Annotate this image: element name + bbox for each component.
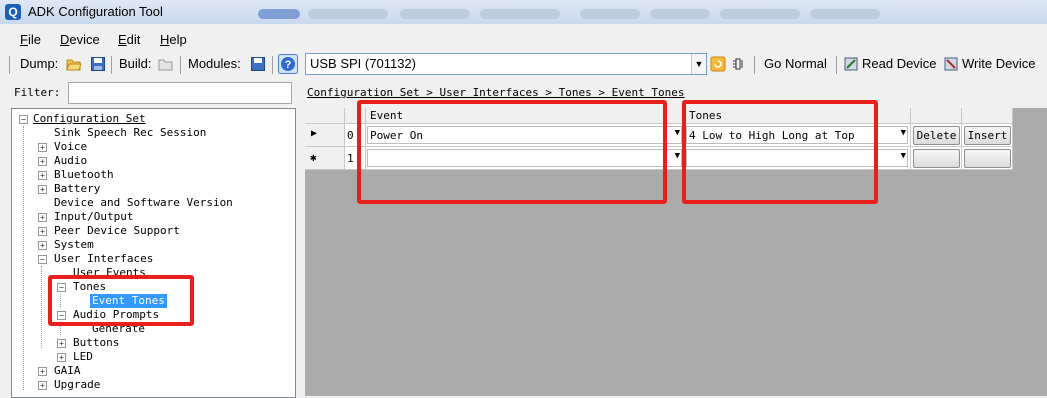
- menu-device[interactable]: Device: [60, 32, 100, 47]
- modules-label: Modules:: [188, 56, 241, 71]
- connection-select[interactable]: USB SPI (701132) ▼: [305, 53, 707, 75]
- dump-label: Dump:: [20, 56, 59, 71]
- delete-button[interactable]: [913, 149, 960, 168]
- blurred-taskbar-item: [308, 9, 388, 19]
- save-icon[interactable]: [90, 56, 106, 72]
- chevron-down-icon[interactable]: ▼: [675, 151, 680, 161]
- expand-icon[interactable]: +: [38, 367, 47, 376]
- blurred-taskbar-item: [650, 9, 710, 19]
- chip-icon[interactable]: [731, 56, 747, 72]
- collapse-icon[interactable]: −: [19, 115, 28, 124]
- expand-icon[interactable]: +: [38, 227, 47, 236]
- filter-input[interactable]: [68, 82, 292, 104]
- insert-cell: [962, 147, 1013, 170]
- toolbar-separator: [272, 56, 273, 74]
- menu-help[interactable]: Help: [160, 32, 187, 47]
- toolbar-separator: [836, 56, 837, 74]
- modules-save-icon[interactable]: [250, 56, 266, 72]
- grid-corner: [305, 108, 345, 124]
- connection-value: USB SPI (701132): [310, 56, 416, 71]
- write-device-icon[interactable]: [943, 56, 959, 72]
- blurred-taskbar-item: [580, 9, 640, 19]
- insert-cell: Insert: [962, 124, 1013, 147]
- build-label: Build:: [119, 56, 152, 71]
- menu-edit[interactable]: Edit: [118, 32, 140, 47]
- expand-icon[interactable]: +: [57, 339, 66, 348]
- delete-column-header: [911, 108, 962, 124]
- toolbar-separator: [754, 56, 755, 74]
- expand-icon[interactable]: +: [38, 213, 47, 222]
- highlight-tones-column: [682, 100, 878, 204]
- toolbar-grip: [9, 56, 10, 74]
- toolbar-separator: [180, 56, 181, 74]
- insert-button[interactable]: Insert: [964, 126, 1011, 145]
- collapse-icon[interactable]: −: [38, 255, 47, 264]
- expand-icon[interactable]: +: [38, 143, 47, 152]
- toolbar-separator: [111, 56, 112, 74]
- build-folder-icon[interactable]: [158, 56, 174, 72]
- insert-button[interactable]: [964, 149, 1011, 168]
- highlight-event-column: [357, 100, 667, 204]
- read-device-icon[interactable]: [843, 56, 859, 72]
- row-marker[interactable]: ✱: [305, 147, 345, 170]
- filter-label: Filter:: [14, 86, 61, 99]
- blurred-taskbar-item: [258, 9, 300, 19]
- help-icon[interactable]: ?: [278, 54, 298, 74]
- current-row-icon: ▶: [311, 128, 318, 139]
- blurred-taskbar-item: [720, 9, 800, 19]
- delete-cell: Delete: [911, 124, 962, 147]
- delete-button[interactable]: Delete: [913, 126, 960, 145]
- chevron-down-icon[interactable]: ▼: [691, 54, 706, 74]
- breadcrumb[interactable]: Configuration Set > User Interfaces > To…: [307, 86, 685, 99]
- row-marker[interactable]: ▶: [305, 124, 345, 147]
- configuration-tree[interactable]: − Configuration Set Sink Speech Rec Sess…: [11, 108, 296, 398]
- title-bar: Q ADK Configuration Tool: [0, 0, 1047, 24]
- insert-column-header: [962, 108, 1013, 124]
- app-icon: Q: [5, 4, 21, 20]
- go-normal-button[interactable]: Go Normal: [764, 56, 827, 71]
- highlight-tones-tree: [48, 275, 194, 326]
- open-folder-icon[interactable]: [66, 56, 82, 72]
- blurred-taskbar-item: [480, 9, 560, 19]
- expand-icon[interactable]: +: [38, 185, 47, 194]
- expand-icon[interactable]: +: [38, 241, 47, 250]
- chevron-down-icon[interactable]: ▼: [901, 151, 906, 161]
- tree-connector: [23, 126, 24, 390]
- svg-text:?: ?: [285, 59, 292, 71]
- blurred-taskbar-item: [810, 9, 880, 19]
- write-device-button[interactable]: Write Device: [962, 56, 1035, 71]
- expand-icon[interactable]: +: [38, 171, 47, 180]
- window-title: ADK Configuration Tool: [28, 4, 163, 19]
- delete-cell: [911, 147, 962, 170]
- expand-icon[interactable]: +: [57, 353, 66, 362]
- chevron-down-icon[interactable]: ▼: [675, 128, 680, 138]
- blurred-taskbar-item: [400, 9, 470, 19]
- new-row-icon: ✱: [310, 151, 317, 164]
- expand-icon[interactable]: +: [38, 157, 47, 166]
- menu-file[interactable]: File: [20, 32, 41, 47]
- chevron-down-icon[interactable]: ▼: [901, 128, 906, 138]
- read-device-button[interactable]: Read Device: [862, 56, 936, 71]
- refresh-icon[interactable]: [710, 56, 726, 72]
- menu-bar: File Device Edit Help: [0, 28, 1047, 50]
- expand-icon[interactable]: +: [38, 381, 47, 390]
- tree-connector: [41, 266, 42, 348]
